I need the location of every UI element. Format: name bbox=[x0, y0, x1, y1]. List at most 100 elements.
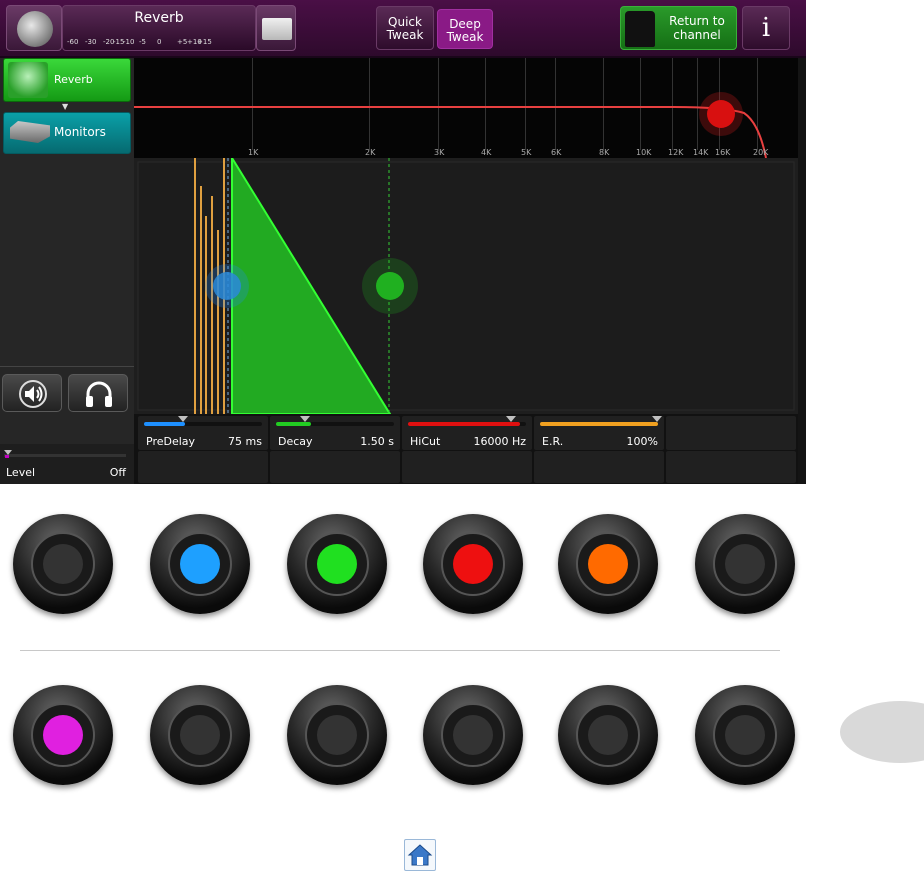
freq-label: 10K bbox=[636, 148, 652, 157]
param-label: Decay bbox=[278, 435, 313, 448]
quick-tweak-label-2: Tweak bbox=[386, 28, 424, 42]
param-menu-arrow[interactable] bbox=[300, 416, 310, 422]
eq-curve-display[interactable]: 1K 2K 3K 4K 5K 6K 8K 10K 12K 14K 16K 20K bbox=[134, 58, 798, 158]
freq-label: 16K bbox=[715, 148, 731, 157]
sidebar-divider bbox=[0, 366, 134, 367]
knob-indicator bbox=[725, 715, 765, 755]
deep-tweak-button[interactable]: Deep Tweak bbox=[437, 9, 493, 49]
folder-icon bbox=[262, 18, 292, 40]
knob-divider bbox=[20, 650, 780, 651]
param-empty-slot bbox=[666, 416, 796, 450]
globe-logo-icon bbox=[17, 11, 53, 47]
knob-indicator bbox=[453, 544, 493, 584]
param-bar-fill bbox=[408, 422, 521, 426]
predelay-handle bbox=[213, 272, 241, 300]
freq-label: 20K bbox=[753, 148, 769, 157]
freq-label: 4K bbox=[481, 148, 492, 157]
info-button[interactable]: i bbox=[742, 6, 790, 50]
param-label: HiCut bbox=[410, 435, 441, 448]
parameter-strip: PreDelay 75 ms Decay 1.50 s HiCut 16000 Hz E.R… bbox=[134, 414, 798, 484]
knob-indicator bbox=[43, 715, 83, 755]
reverb-envelope-view[interactable] bbox=[134, 158, 798, 414]
eq-handle bbox=[707, 100, 735, 128]
knob-11[interactable] bbox=[556, 683, 660, 787]
info-icon: i bbox=[761, 13, 771, 43]
level-control[interactable]: Level Off bbox=[0, 444, 134, 484]
knob-5[interactable] bbox=[556, 512, 660, 616]
freq-label: 1K bbox=[248, 148, 259, 157]
param-label: PreDelay bbox=[146, 435, 196, 448]
knob-12[interactable] bbox=[693, 683, 797, 787]
headphones-icon bbox=[86, 381, 112, 407]
deep-tweak-label-2: Tweak bbox=[446, 30, 484, 44]
freq-label: 12K bbox=[668, 148, 684, 157]
top-bar: Reverb -60 -30 -20 -15 -10 -5 0 +5 +10 +15 Quick … bbox=[0, 0, 806, 58]
decay-handle bbox=[376, 272, 404, 300]
reverb-icon bbox=[8, 62, 48, 98]
scale-tick: -10 bbox=[123, 38, 135, 46]
param-predelay[interactable]: PreDelay 75 ms bbox=[138, 416, 268, 450]
param-decay[interactable]: Decay 1.50 s bbox=[270, 416, 400, 450]
freq-label: 2K bbox=[365, 148, 376, 157]
side-handle[interactable] bbox=[840, 701, 924, 763]
return-label-2: channel bbox=[673, 28, 721, 42]
param-bar-track bbox=[144, 422, 262, 426]
sidebar: Reverb ▼ Monitors Level Off bbox=[0, 58, 134, 484]
home-icon bbox=[407, 844, 433, 866]
knob-indicator bbox=[43, 544, 83, 584]
param-bar-track bbox=[276, 422, 394, 426]
scale-tick: -5 bbox=[139, 38, 146, 46]
param-row2-slot bbox=[402, 451, 532, 483]
return-label-1: Return to bbox=[669, 14, 725, 28]
knob-7[interactable] bbox=[11, 683, 115, 787]
knob-indicator bbox=[725, 544, 765, 584]
knob-indicator bbox=[180, 715, 220, 755]
knob-9[interactable] bbox=[285, 683, 389, 787]
knob-indicator bbox=[180, 544, 220, 584]
param-value: 75 ms bbox=[228, 435, 262, 448]
speaker-icon bbox=[19, 380, 47, 408]
preset-title: Reverb bbox=[134, 10, 184, 26]
param-er[interactable]: E.R. 100% bbox=[534, 416, 664, 450]
param-value: 16000 Hz bbox=[473, 435, 526, 448]
headphones-button[interactable] bbox=[68, 374, 128, 412]
knob-10[interactable] bbox=[421, 683, 525, 787]
knob-6[interactable] bbox=[693, 512, 797, 616]
param-menu-arrow[interactable] bbox=[506, 416, 516, 422]
param-bar-track bbox=[540, 422, 658, 426]
param-bar-fill bbox=[276, 422, 312, 426]
freq-label: 6K bbox=[551, 148, 562, 157]
knob-3[interactable] bbox=[285, 512, 389, 616]
quick-tweak-button[interactable]: Quick Tweak bbox=[376, 6, 434, 50]
logo-globe-icon[interactable] bbox=[6, 5, 62, 51]
freq-label: 5K bbox=[521, 148, 532, 157]
param-menu-arrow[interactable] bbox=[178, 416, 188, 422]
knob-1[interactable] bbox=[11, 512, 115, 616]
knob-indicator bbox=[317, 715, 357, 755]
folder-button[interactable] bbox=[256, 5, 296, 51]
mixer-app: Reverb -60 -30 -20 -15 -10 -5 0 +5 +10 +15 Quick … bbox=[0, 0, 806, 484]
knob-indicator bbox=[588, 544, 628, 584]
sidebar-item-reverb[interactable]: Reverb bbox=[3, 58, 131, 102]
param-label: E.R. bbox=[542, 435, 564, 448]
monitor-wedge-icon bbox=[10, 121, 50, 143]
param-value: 100% bbox=[626, 435, 658, 448]
param-bar-fill bbox=[540, 422, 658, 426]
freq-label: 3K bbox=[434, 148, 445, 157]
scale-tick: -60 bbox=[67, 38, 79, 46]
home-button[interactable] bbox=[404, 839, 436, 871]
knob-4[interactable] bbox=[421, 512, 525, 616]
param-bar-fill bbox=[144, 422, 186, 426]
param-hicut[interactable]: HiCut 16000 Hz bbox=[402, 416, 532, 450]
knob-2[interactable] bbox=[148, 512, 252, 616]
scale-tick: 0 bbox=[157, 38, 162, 46]
sidebar-item-monitors[interactable]: Monitors bbox=[3, 112, 131, 154]
speaker-button[interactable] bbox=[2, 374, 62, 412]
knob-8[interactable] bbox=[148, 683, 252, 787]
param-value: 1.50 s bbox=[360, 435, 394, 448]
param-menu-arrow[interactable] bbox=[652, 416, 662, 422]
return-to-channel-button[interactable]: Return to channel bbox=[620, 6, 737, 50]
level-track bbox=[4, 454, 126, 457]
preset-title-panel[interactable]: Reverb -60 -30 -20 -15 -10 -5 0 +5 +10 +15 bbox=[62, 5, 256, 51]
singer-icon bbox=[625, 11, 655, 47]
